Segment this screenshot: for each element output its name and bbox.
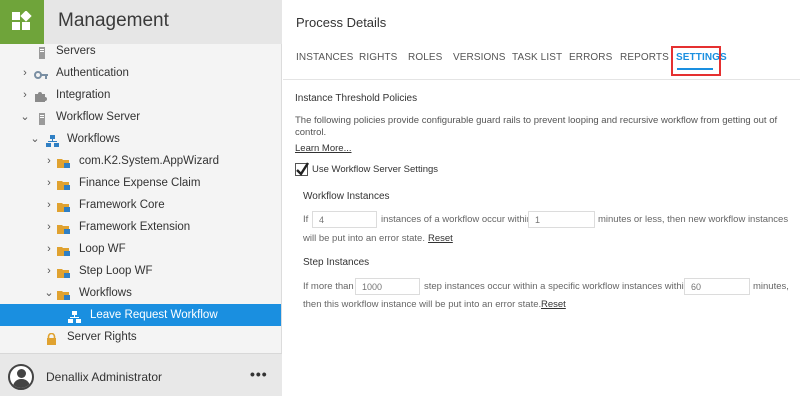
- tab-roles[interactable]: ROLES: [408, 52, 442, 63]
- chevron-right-icon[interactable]: ›: [44, 194, 54, 216]
- tree-item-label: Workflow Server: [56, 111, 141, 123]
- tree-item-appwizard[interactable]: › com.K2.System.AppWizard: [0, 150, 281, 172]
- workflow-icon: [68, 309, 81, 323]
- grid-logo-icon: [12, 11, 32, 30]
- tabs-divider: [283, 79, 800, 80]
- chevron-down-icon[interactable]: ⌄: [30, 128, 40, 150]
- tab-highlight-box: [671, 46, 721, 76]
- tab-rights[interactable]: RIGHTS: [359, 52, 397, 63]
- page-title: Process Details: [296, 15, 387, 30]
- tree-item-label: Server Rights: [67, 331, 137, 343]
- sidebar-header: Management: [0, 0, 282, 44]
- chevron-down-icon[interactable]: ⌄: [20, 106, 30, 128]
- key-icon: [34, 67, 48, 79]
- chevron-right-icon[interactable]: ›: [44, 150, 54, 172]
- main-panel: Process Details INSTANCES RIGHTS ROLES V…: [283, 0, 800, 396]
- tree-item-label: Leave Request Workflow: [90, 309, 218, 321]
- tree-item-label: Framework Core: [79, 199, 165, 211]
- workflow-icon: [46, 133, 59, 147]
- app-logo[interactable]: [0, 0, 44, 44]
- workflow-instances-title: Workflow Instances: [303, 191, 390, 202]
- tree-item-server-rights[interactable]: Server Rights: [0, 326, 281, 348]
- tree-item-workflows[interactable]: ⌄ Workflows: [0, 128, 281, 150]
- step-instances-text-if: If more than: [303, 281, 354, 292]
- step-instances-count-input[interactable]: [355, 278, 420, 295]
- workflow-instances-text-line2: will be put into an error state.: [303, 233, 425, 244]
- avatar-head: [17, 369, 26, 378]
- folder-workflow-icon: [57, 199, 70, 212]
- checkmark-icon: [296, 162, 310, 176]
- tree-item-label: Loop WF: [79, 243, 126, 255]
- tree-item-label: Workflows: [67, 133, 120, 145]
- folder-workflow-icon: [57, 265, 70, 278]
- workflow-instances-text-if: If: [303, 214, 309, 225]
- step-instances-text-mid: step instances occur within a specific w…: [424, 281, 690, 292]
- tree-item-workflow-server[interactable]: ⌄ Workflow Server: [0, 106, 281, 128]
- folder-workflow-icon: [57, 177, 70, 190]
- step-instances-minutes-input[interactable]: [684, 278, 750, 295]
- tree-item-workflows-folder[interactable]: ⌄ Workflows: [0, 282, 281, 304]
- tree-item-finance-expense-claim[interactable]: › Finance Expense Claim: [0, 172, 281, 194]
- tree-item-label: Step Loop WF: [79, 265, 153, 277]
- tab-instances[interactable]: INSTANCES: [296, 52, 353, 63]
- tree-item-label: com.K2.System.AppWizard: [79, 155, 219, 167]
- tree-item-label: Authentication: [56, 67, 129, 79]
- workflow-instances-reset-link[interactable]: Reset: [428, 233, 453, 244]
- tree-item-authentication[interactable]: › Authentication: [0, 62, 281, 84]
- chevron-right-icon[interactable]: ›: [20, 84, 30, 106]
- tree-item-label: Integration: [56, 89, 111, 101]
- chevron-right-icon[interactable]: ›: [44, 172, 54, 194]
- chevron-right-icon[interactable]: ›: [44, 238, 54, 260]
- user-name: Denallix Administrator: [46, 370, 163, 384]
- puzzle-icon: [34, 89, 47, 102]
- section-title: Instance Threshold Policies: [295, 93, 418, 104]
- tab-reports[interactable]: REPORTS: [620, 52, 669, 63]
- tree-item-leave-request-workflow[interactable]: Leave Request Workflow: [0, 304, 281, 326]
- tab-versions[interactable]: VERSIONS: [453, 52, 505, 63]
- tree-item-integration[interactable]: › Integration: [0, 84, 281, 106]
- chevron-down-icon[interactable]: ⌄: [44, 282, 54, 304]
- folder-workflow-icon: [57, 221, 70, 234]
- chevron-right-icon[interactable]: ›: [44, 260, 54, 282]
- server-icon: [36, 111, 48, 125]
- tree-item-label: Workflows: [79, 287, 132, 299]
- workflow-instances-text-end: minutes or less, then new workflow insta…: [598, 214, 789, 225]
- folder-workflow-icon: [57, 243, 70, 256]
- tab-task-list[interactable]: TASK LIST: [512, 52, 562, 63]
- tree-item-label: Finance Expense Claim: [79, 177, 201, 189]
- chevron-right-icon[interactable]: ›: [44, 216, 54, 238]
- chevron-right-icon[interactable]: ›: [20, 62, 30, 84]
- workflow-instances-minutes-input[interactable]: [528, 211, 595, 228]
- folder-workflow-icon: [57, 287, 70, 300]
- user-bar: Denallix Administrator •••: [0, 353, 282, 396]
- learn-more-link[interactable]: Learn More...: [295, 143, 352, 154]
- workflow-instances-count-input[interactable]: [312, 211, 377, 228]
- step-instances-title: Step Instances: [303, 257, 370, 268]
- server-icon: [36, 45, 48, 59]
- use-server-settings-checkbox[interactable]: [295, 162, 310, 176]
- avatar-body: [13, 379, 30, 388]
- section-description: The following policies provide configura…: [295, 115, 778, 138]
- tree-item-label: Framework Extension: [79, 221, 191, 233]
- step-instances-reset-link[interactable]: Reset: [541, 299, 566, 310]
- workflow-instances-text-mid: instances of a workflow occur within: [381, 214, 533, 225]
- lock-icon: [46, 331, 58, 345]
- app-title: Management: [58, 10, 169, 31]
- tree-item-label: Servers: [56, 45, 96, 57]
- step-instances-text-line2: then this workflow instance will be put …: [303, 299, 542, 310]
- more-options-icon[interactable]: •••: [250, 366, 270, 382]
- tree-item-framework-core[interactable]: › Framework Core: [0, 194, 281, 216]
- use-server-settings-label: Use Workflow Server Settings: [312, 164, 439, 175]
- folder-workflow-icon: [57, 155, 70, 168]
- sidebar: Management Servers › Authentication › In…: [0, 0, 282, 396]
- avatar[interactable]: [8, 364, 34, 390]
- tree-item-servers[interactable]: Servers: [0, 40, 281, 62]
- tab-errors[interactable]: ERRORS: [569, 52, 612, 63]
- tree-item-loop-wf[interactable]: › Loop WF: [0, 238, 281, 260]
- tree-item-framework-extension[interactable]: › Framework Extension: [0, 216, 281, 238]
- step-instances-text-end: minutes,: [753, 281, 789, 292]
- tree-item-step-loop-wf[interactable]: › Step Loop WF: [0, 260, 281, 282]
